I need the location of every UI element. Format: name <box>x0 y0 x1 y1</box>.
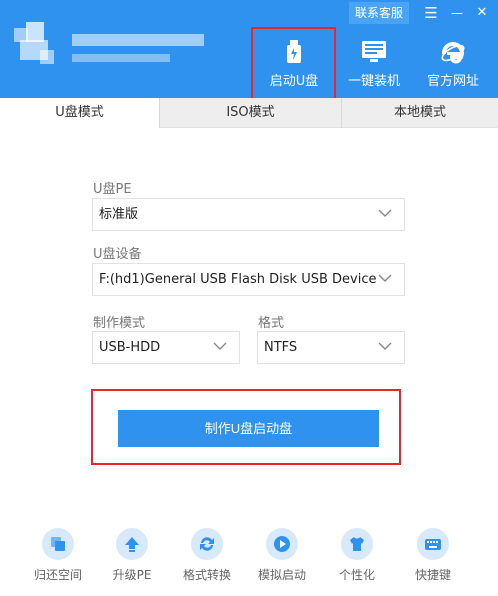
tool-personalize[interactable]: 个性化 <box>322 528 392 588</box>
mode-label: 制作模式 <box>93 316 146 331</box>
chevron-down-icon <box>378 209 392 217</box>
contact-support-button[interactable]: 联系客服 <box>349 2 410 24</box>
format-select[interactable]: NTFS <box>257 331 405 364</box>
selection-highlight <box>251 27 336 100</box>
tool-circle <box>417 528 449 560</box>
boot-mode-select[interactable]: USB-HDD <box>92 331 240 364</box>
pe-version-value: 标准版 <box>99 207 139 222</box>
tshirt-icon <box>350 537 364 551</box>
format-value: NTFS <box>264 340 298 355</box>
nav-label: 一键装机 <box>347 74 400 89</box>
tab-iso-mode[interactable]: ISO模式 <box>160 98 341 128</box>
pe-version-select[interactable]: 标准版 <box>92 198 405 231</box>
nav-label: 官方网址 <box>426 74 479 89</box>
close-button[interactable]: ✕ <box>471 2 493 24</box>
chevron-down-icon <box>213 342 227 350</box>
tool-label: 归还空间 <box>33 568 82 582</box>
tab-local-mode[interactable]: 本地模式 <box>342 98 498 128</box>
device-label: U盘设备 <box>93 247 142 262</box>
tool-label: 升级PE <box>112 568 152 582</box>
tool-label: 模拟启动 <box>257 568 306 582</box>
chevron-down-icon <box>378 274 392 282</box>
tool-upgrade-pe[interactable]: 升级PE <box>97 528 167 588</box>
minimize-button[interactable]: — <box>446 2 468 24</box>
chevron-down-icon <box>378 342 392 350</box>
tool-restore-space[interactable]: 归还空间 <box>23 528 93 588</box>
menu-icon[interactable]: ☰ <box>420 2 442 24</box>
header-bar: 联系客服 ☰ — ✕ 启动U盘 一键装机 官方网址 <box>0 0 498 100</box>
pe-label: U盘PE <box>93 182 132 197</box>
tool-circle <box>341 528 373 560</box>
tool-label: 个性化 <box>338 568 375 582</box>
tool-shortcut-keys[interactable]: 快捷键 <box>398 528 468 588</box>
make-boot-usb-button[interactable]: 制作U盘启动盘 <box>118 410 379 447</box>
keyboard-icon <box>425 539 441 550</box>
tool-simulate-boot[interactable]: 模拟启动 <box>247 528 317 588</box>
ie-browser-icon <box>441 42 465 64</box>
format-label: 格式 <box>258 316 285 331</box>
tool-label: 格式转换 <box>182 568 231 582</box>
nav-official-site[interactable]: 官方网址 <box>418 36 488 92</box>
convert-icon <box>200 537 214 551</box>
usb-device-value: F:(hd1)General USB Flash Disk USB Device <box>99 272 377 287</box>
tool-label: 快捷键 <box>414 568 451 582</box>
tool-circle <box>42 528 74 560</box>
play-icon <box>274 536 290 552</box>
nav-one-click-install[interactable]: 一键装机 <box>339 36 409 92</box>
restore-space-icon <box>51 537 65 551</box>
upgrade-icon <box>125 537 139 552</box>
tool-circle <box>266 528 298 560</box>
boot-mode-value: USB-HDD <box>99 340 161 355</box>
tool-circle <box>191 528 223 560</box>
tool-circle <box>116 528 148 560</box>
app-logo <box>14 20 204 76</box>
mode-tabs: U盘模式 ISO模式 本地模式 <box>0 98 498 129</box>
tab-usb-mode[interactable]: U盘模式 <box>0 98 159 129</box>
monitor-icon <box>362 41 386 62</box>
usb-device-select[interactable]: F:(hd1)General USB Flash Disk USB Device <box>92 263 405 296</box>
tool-format-convert[interactable]: 格式转换 <box>172 528 242 588</box>
